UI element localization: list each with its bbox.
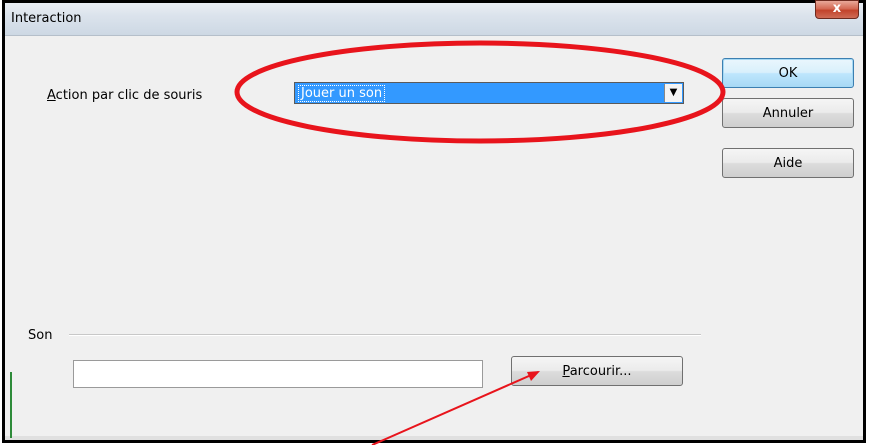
action-dropdown[interactable]: Jouer un son ▼ (294, 82, 684, 104)
sound-group-label: Son (28, 328, 53, 343)
action-label-accesskey: A (47, 88, 56, 103)
action-label: Action par clic de souris (47, 88, 202, 103)
bottom-edge (5, 436, 863, 440)
screenshot-stage: Interaction x Action par clic de souris … (0, 0, 869, 445)
close-icon: x (832, 1, 842, 16)
window-title: Interaction (11, 11, 82, 26)
interaction-dialog: Interaction x Action par clic de souris … (2, 0, 866, 443)
sound-group-divider (69, 334, 701, 336)
ok-button[interactable]: OK (722, 58, 854, 88)
help-button[interactable]: Aide (722, 148, 854, 178)
dialog-body: Action par clic de souris Jouer un son ▼… (5, 36, 863, 440)
cancel-button[interactable]: Annuler (722, 98, 854, 128)
action-dropdown-value: Jouer un son (298, 85, 386, 102)
title-bar[interactable]: Interaction x (5, 0, 863, 36)
browse-label: arcourir... (569, 364, 632, 379)
close-button[interactable]: x (815, 0, 859, 19)
background-window-edge (10, 372, 12, 438)
action-label-text: ction par clic de souris (55, 88, 203, 103)
browse-accesskey: P (562, 364, 570, 379)
sound-path-input[interactable] (73, 360, 483, 388)
chevron-down-icon[interactable]: ▼ (664, 84, 682, 102)
browse-button[interactable]: Parcourir... (511, 356, 683, 386)
